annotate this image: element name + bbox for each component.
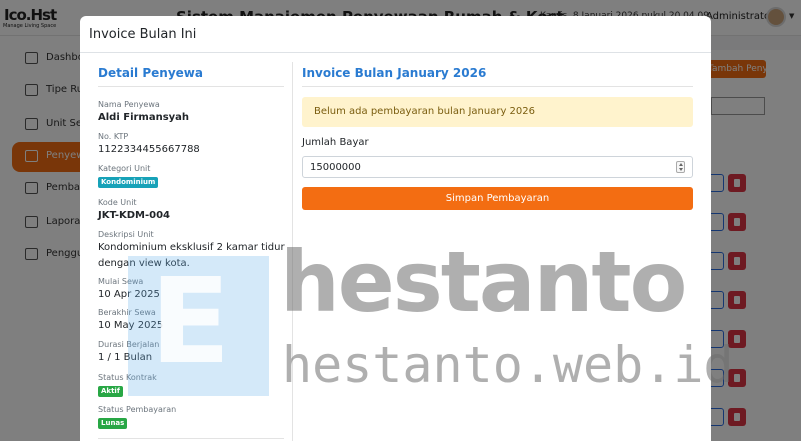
watermark-site: hestanto.web.id — [282, 336, 734, 394]
invoice-title: Invoice Bulan January 2026 — [302, 66, 487, 80]
ktp-value: 1122334455667788 — [98, 144, 200, 155]
invoice-section: Invoice Bulan January 2026 — [302, 62, 486, 81]
unit-description-label: Deskripsi Unit — [98, 230, 154, 239]
no-payment-alert: Belum ada pembayaran bulan January 2026 — [302, 97, 693, 127]
amount-label: Jumlah Bayar — [302, 137, 369, 148]
number-stepper-icon[interactable] — [676, 161, 685, 173]
tenant-detail-section: Detail Penyewa — [98, 62, 288, 81]
save-payment-button[interactable]: Simpan Pembayaran — [302, 187, 693, 210]
watermark-brand: hestanto — [280, 233, 687, 331]
unit-category-badge: Kondominium — [98, 177, 159, 188]
modal-header: Invoice Bulan Ini — [80, 16, 711, 53]
divider — [302, 86, 693, 87]
payment-status-label: Status Pembayaran — [98, 405, 177, 414]
divider — [98, 438, 284, 439]
tenant-name-value: Aldi Firmansyah — [98, 112, 190, 123]
ktp-label: No. KTP — [98, 132, 129, 141]
modal-title: Invoice Bulan Ini — [89, 27, 197, 42]
divider — [98, 86, 284, 87]
unit-code-label: Kode Unit — [98, 198, 137, 207]
tenant-detail-title: Detail Penyewa — [98, 66, 203, 80]
payment-status-badge: Lunas — [98, 418, 128, 429]
contract-status-badge: Aktif — [98, 386, 123, 397]
unit-category-label: Kategori Unit — [98, 164, 151, 173]
tenant-name-label: Nama Penyewa — [98, 100, 160, 109]
alert-text: Belum ada pembayaran bulan January 2026 — [314, 106, 535, 117]
amount-input[interactable] — [302, 156, 693, 178]
watermark-logo-letter: E — [150, 252, 231, 390]
unit-code-value: JKT-KDM-004 — [98, 210, 170, 221]
